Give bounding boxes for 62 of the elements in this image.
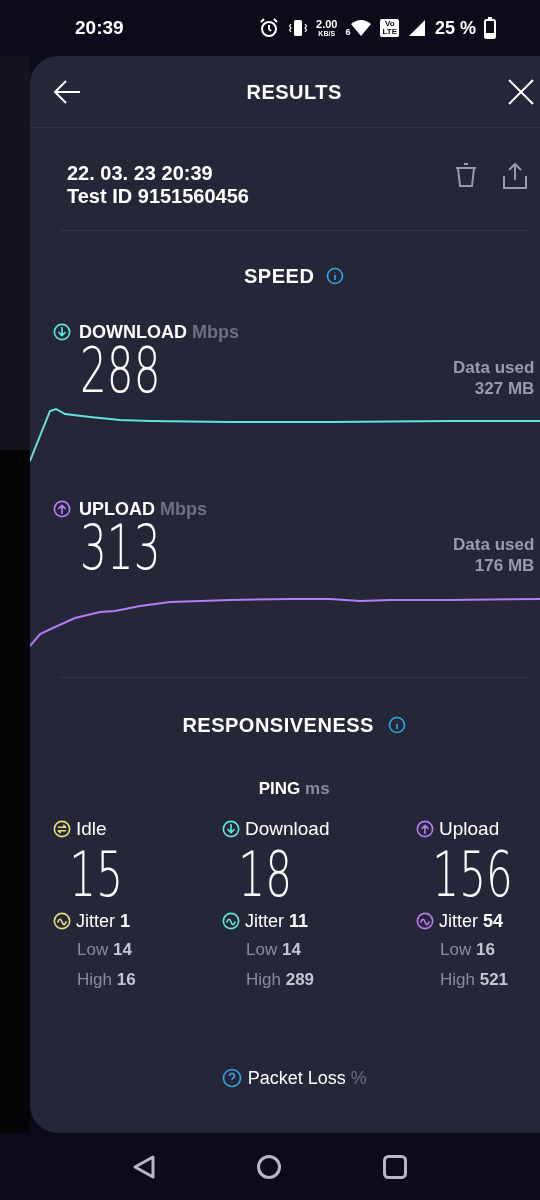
net-speed-value: 2.00 xyxy=(316,19,338,30)
share-icon xyxy=(502,162,529,190)
high-text: High 16 xyxy=(76,968,137,991)
alarm-icon xyxy=(258,17,280,39)
close-icon xyxy=(508,78,535,105)
back-triangle-icon xyxy=(132,1153,156,1180)
ping-label: PING xyxy=(258,779,301,798)
metric-label: DOWNLOAD xyxy=(79,322,187,342)
high-text: High 289 xyxy=(245,968,316,991)
ping-phase-label: Download xyxy=(245,817,330,841)
info-icon[interactable] xyxy=(326,267,345,285)
volte-badge: Vo LTE xyxy=(380,19,399,37)
data-used-label: Data used xyxy=(453,534,535,555)
battery-icon xyxy=(484,17,496,39)
data-used-value: 176 MB xyxy=(474,555,535,576)
ping-value: 18 xyxy=(237,843,293,906)
delete-button[interactable] xyxy=(454,162,479,188)
back-nav-button[interactable] xyxy=(132,1153,156,1180)
home-circle-icon xyxy=(256,1153,282,1180)
ping-value: 156 xyxy=(431,843,513,906)
screen-title: RESULTS xyxy=(245,79,343,105)
vibrate-icon xyxy=(288,18,308,38)
ping-phase-label: Upload xyxy=(439,817,500,841)
section-title: SPEED xyxy=(244,264,315,289)
wave-icon xyxy=(222,912,240,930)
packet-loss-label: Packet Loss xyxy=(247,1067,346,1088)
section-title: RESPONSIVENESS xyxy=(182,713,374,738)
clock-time: 20:39 xyxy=(75,15,124,40)
metric-label: UPLOAD xyxy=(79,499,155,519)
test-id: Test ID 9151560456 xyxy=(67,185,249,208)
ping-value: 15 xyxy=(68,843,124,906)
home-button[interactable] xyxy=(256,1153,282,1180)
low-text: Low 16 xyxy=(439,938,496,961)
square-icon xyxy=(382,1153,408,1180)
jitter-text: Jitter 1 xyxy=(76,909,131,933)
jitter-text: Jitter 54 xyxy=(439,909,504,933)
info-icon[interactable] xyxy=(387,716,406,734)
packet-loss-unit: % xyxy=(350,1067,367,1088)
ping-phase-label: Idle xyxy=(76,817,107,841)
close-button[interactable] xyxy=(506,76,537,107)
speed-value: 313 xyxy=(80,516,161,580)
help-icon[interactable] xyxy=(221,1068,242,1088)
wifi-generation: 6 xyxy=(345,28,351,37)
wave-icon xyxy=(416,912,434,930)
trash-icon xyxy=(454,162,479,188)
low-text: Low 14 xyxy=(76,938,133,961)
jitter-text: Jitter 11 xyxy=(245,909,309,933)
data-used-value: 327 MB xyxy=(474,378,535,399)
wave-icon xyxy=(53,912,71,930)
speed-value: 288 xyxy=(80,339,161,403)
battery-percent: 25 % xyxy=(434,16,476,40)
metric-unit: Mbps xyxy=(160,499,207,519)
test-date: 22. 03. 23 20:39 xyxy=(67,162,214,185)
wifi-icon xyxy=(350,19,373,37)
low-text: Low 14 xyxy=(245,938,302,961)
metric-unit: Mbps xyxy=(192,322,239,342)
recents-button[interactable] xyxy=(382,1153,408,1180)
high-text: High 521 xyxy=(439,968,510,991)
ping-unit: ms xyxy=(305,779,330,798)
share-button[interactable] xyxy=(502,162,529,190)
data-used-label: Data used xyxy=(453,357,535,378)
back-arrow-icon xyxy=(53,78,81,105)
